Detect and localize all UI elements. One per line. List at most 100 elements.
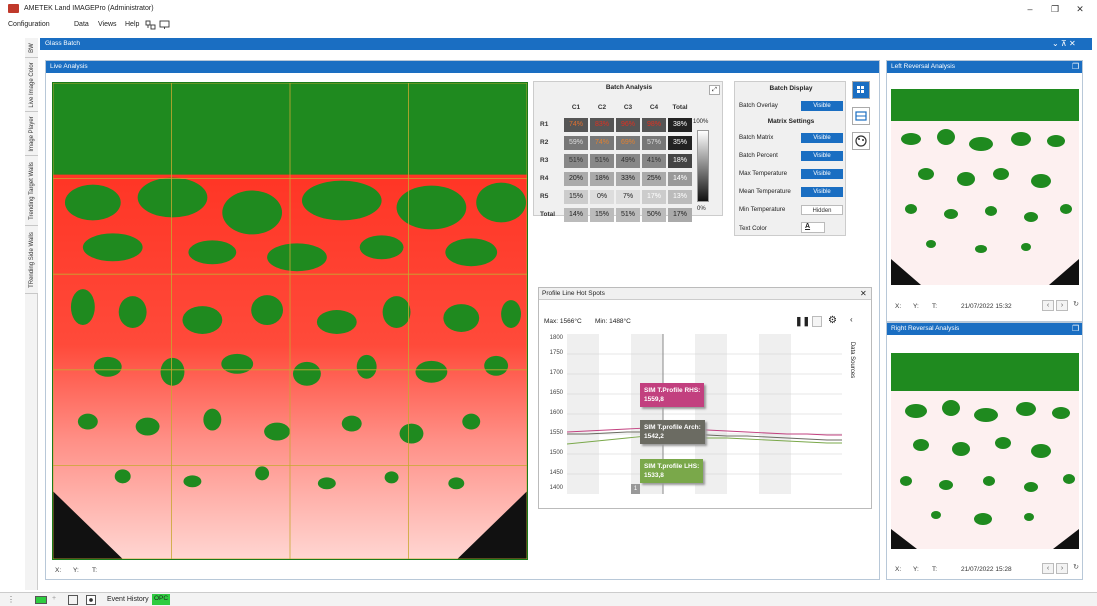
minimize-button[interactable]: –: [1020, 3, 1040, 15]
menu-help[interactable]: Help: [125, 21, 139, 28]
thermal-image[interactable]: [52, 82, 528, 560]
batch-cell[interactable]: 18%: [668, 154, 692, 168]
table-button[interactable]: [852, 107, 870, 125]
glass-batch-controls[interactable]: ⌄ ⊼ ✕: [1052, 39, 1076, 48]
status-bar: ⋮ + Event History OPC: [0, 592, 1097, 606]
batch-cell[interactable]: 74%: [590, 136, 614, 150]
batch-cell[interactable]: 51%: [564, 154, 588, 168]
event-history-button[interactable]: Event History: [107, 596, 149, 603]
batch-cell[interactable]: 7%: [616, 190, 640, 204]
row-header: Total: [540, 211, 556, 218]
right-reversal-image[interactable]: [891, 353, 1079, 549]
batch-cell[interactable]: 15%: [564, 190, 588, 204]
left-refresh-icon[interactable]: ↻: [1070, 300, 1082, 311]
side-tab-bw[interactable]: BW: [25, 38, 38, 58]
mean-temperature-toggle[interactable]: Visible: [801, 187, 843, 197]
record-icon[interactable]: [86, 595, 96, 605]
left-reversal-restore-icon[interactable]: ❐: [1072, 62, 1079, 71]
right-refresh-icon[interactable]: ↻: [1070, 563, 1082, 574]
grip-icon: ⋮: [7, 595, 15, 604]
batch-cell[interactable]: 57%: [642, 136, 666, 150]
batch-cell[interactable]: 14%: [668, 172, 692, 186]
side-tabs: BW Live Image Color Image Player Trendin…: [25, 38, 38, 590]
side-tab-live-image-color[interactable]: Live Image Color: [25, 58, 38, 112]
collapse-chevron-icon[interactable]: ‹: [850, 315, 853, 324]
menu-data[interactable]: Data: [74, 21, 89, 28]
max-temperature-toggle[interactable]: Visible: [801, 169, 843, 179]
batch-cell[interactable]: 0%: [590, 190, 614, 204]
batch-cell[interactable]: 96%: [616, 118, 640, 132]
batch-cell[interactable]: 50%: [642, 208, 666, 222]
batch-cell[interactable]: 69%: [616, 136, 640, 150]
save-icon[interactable]: [812, 316, 822, 327]
profile-header: Profile Line Hot Spots ✕: [539, 288, 871, 300]
palette-icon: [855, 135, 867, 147]
left-reversal-header: Left Reversal Analysis ❐: [887, 61, 1082, 73]
add-icon[interactable]: +: [52, 595, 56, 602]
maximize-button[interactable]: ❐: [1045, 3, 1065, 15]
batch-cell[interactable]: 49%: [616, 154, 640, 168]
palette-button[interactable]: [852, 132, 870, 150]
profile-max: Max: 1566°C: [544, 318, 582, 325]
menu-configuration[interactable]: Configuration: [8, 21, 50, 28]
close-button[interactable]: ✕: [1070, 3, 1090, 15]
side-tab-trending-target-walls[interactable]: Trending Target Walls: [25, 156, 38, 226]
pause-icon[interactable]: ❚❚: [795, 316, 810, 326]
cursor-marker[interactable]: 1: [631, 484, 640, 494]
expand-icon[interactable]: ⤢: [709, 85, 720, 95]
batch-cell[interactable]: 20%: [564, 172, 588, 186]
overlay-toggle[interactable]: Visible: [801, 101, 843, 111]
batch-cell[interactable]: 33%: [616, 172, 640, 186]
batch-cell[interactable]: 18%: [590, 172, 614, 186]
batch-cell[interactable]: 59%: [564, 136, 588, 150]
batch-cell[interactable]: 41%: [642, 154, 666, 168]
batch-percent-toggle[interactable]: Visible: [801, 151, 843, 161]
right-prev-button[interactable]: ‹: [1042, 563, 1054, 574]
settings-gear-icon[interactable]: ⚙: [828, 315, 837, 326]
live-analysis-header: Live Analysis: [46, 61, 879, 73]
column-header: C1: [571, 104, 581, 111]
live-y-label: Y:: [73, 567, 79, 574]
data-sources-label[interactable]: Data Sources: [844, 330, 860, 390]
profile-close-icon[interactable]: ✕: [860, 289, 867, 298]
side-tab-trending-side-walls[interactable]: TRending Side Walls: [25, 226, 38, 294]
monitor-icon[interactable]: [159, 20, 170, 30]
batch-cell[interactable]: 17%: [668, 208, 692, 222]
left-t-label: T:: [932, 303, 938, 310]
batch-cell[interactable]: 15%: [590, 208, 614, 222]
batch-cell[interactable]: 83%: [590, 118, 614, 132]
status-indicator-icon[interactable]: [35, 596, 47, 604]
right-reversal-header: Right Reversal Analysis ❐: [887, 323, 1082, 335]
min-temperature-toggle[interactable]: Hidden: [801, 205, 843, 215]
save-status-icon[interactable]: [68, 595, 78, 605]
right-reversal-restore-icon[interactable]: ❐: [1072, 324, 1079, 333]
right-next-button[interactable]: ›: [1056, 563, 1068, 574]
grid-button[interactable]: [852, 81, 870, 99]
batch-cell[interactable]: 13%: [668, 190, 692, 204]
batch-cell[interactable]: 14%: [564, 208, 588, 222]
y-tick: 1500: [549, 450, 563, 456]
side-tab-image-player[interactable]: Image Player: [25, 112, 38, 156]
profile-min: Min: 1488°C: [595, 318, 631, 325]
opc-badge[interactable]: OPC: [152, 594, 171, 605]
right-x-label: X:: [895, 566, 902, 573]
batch-cell[interactable]: 38%: [668, 118, 692, 132]
layout-icon[interactable]: [145, 20, 156, 30]
left-timestamp: 21/07/2022 15:32: [961, 303, 1012, 310]
batch-cell[interactable]: 98%: [642, 118, 666, 132]
batch-matrix-toggle[interactable]: Visible: [801, 133, 843, 143]
text-color-picker[interactable]: A: [801, 222, 825, 233]
left-reversal-image[interactable]: [891, 89, 1079, 285]
batch-cell[interactable]: 25%: [642, 172, 666, 186]
profile-chart[interactable]: [567, 334, 842, 494]
batch-cell[interactable]: 74%: [564, 118, 588, 132]
glass-batch-title: Glass Batch: [45, 40, 81, 47]
left-next-button[interactable]: ›: [1056, 300, 1068, 311]
left-prev-button[interactable]: ‹: [1042, 300, 1054, 311]
batch-cell[interactable]: 17%: [642, 190, 666, 204]
batch-cell[interactable]: 51%: [590, 154, 614, 168]
batch-cell[interactable]: 51%: [616, 208, 640, 222]
batch-cell[interactable]: 35%: [668, 136, 692, 150]
matrix-settings-title: Matrix Settings: [767, 118, 815, 125]
menu-views[interactable]: Views: [98, 21, 117, 28]
